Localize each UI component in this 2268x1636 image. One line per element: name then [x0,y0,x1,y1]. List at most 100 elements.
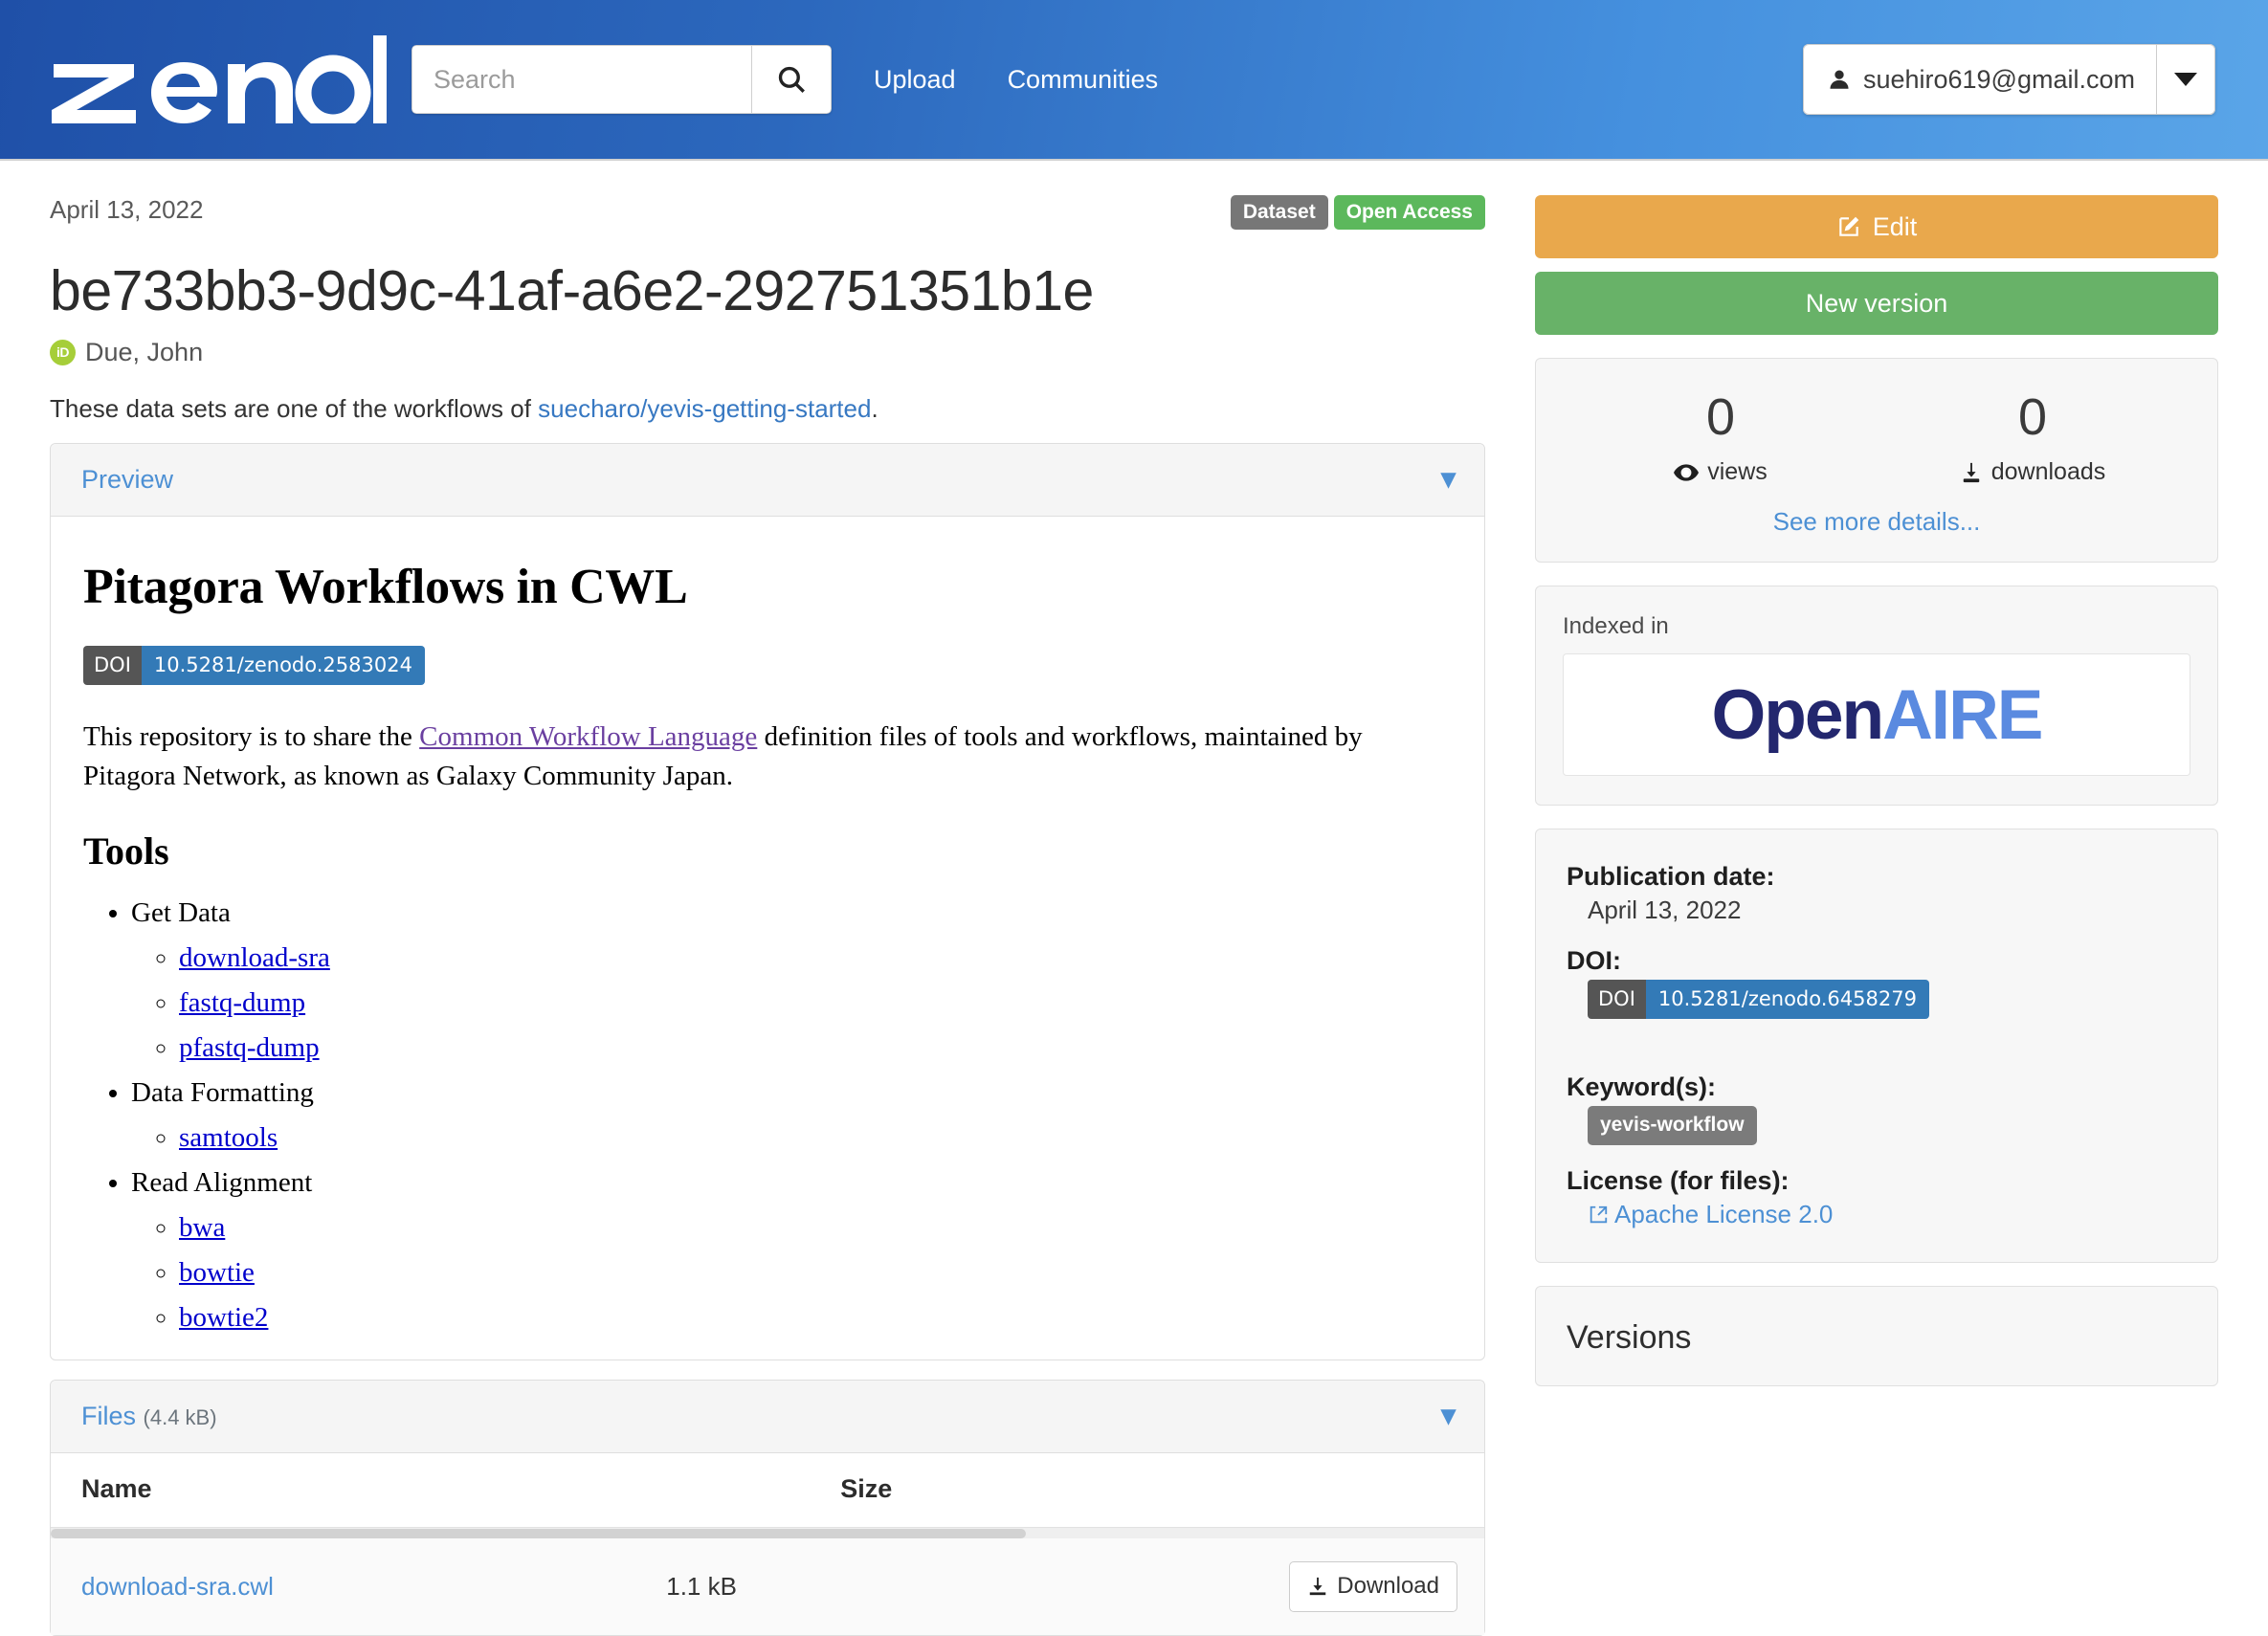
preview-tools-heading: Tools [83,829,169,873]
see-more-details-link[interactable]: See more details... [1565,507,2189,537]
preview-panel-label: Preview [81,464,174,494]
user-menu-group: suehiro619@gmail.com [1802,44,2215,115]
scrollbar-thumb[interactable] [51,1528,1026,1538]
preview-panel-header[interactable]: Preview ▾ [51,443,1484,517]
doi-badge-value: 10.5281/zenodo.6458279 [1645,980,1929,1019]
caret-down-icon [2174,73,2197,86]
versions-card: Versions [1535,1286,2218,1386]
openaire-logo-part2: AIRE [1882,675,2043,754]
license-value: Apache License 2.0 [1567,1200,2187,1229]
new-version-button[interactable]: New version [1535,272,2218,335]
tool-group-label: Data Formatting [131,1077,314,1109]
tools-list: Get Data download-sra fastq-dump pfastq-… [83,891,1452,1340]
files-table-body-wrap: download-sra.cwl 1.1 kB Download [51,1537,1484,1635]
zenodo-logo-icon [52,35,387,123]
badge-open-access: Open Access [1333,195,1485,230]
zenodo-logo[interactable] [50,35,387,123]
preview-doi-badge[interactable]: DOI 10.5281/zenodo.2583024 [83,645,425,685]
list-item: bowtie2 [179,1295,1452,1340]
tool-link-samtools[interactable]: samtools [179,1122,278,1153]
views-count: 0 [1705,388,1736,446]
list-item: samtools [179,1116,1452,1161]
download-button-label: Download [1337,1572,1439,1599]
record-badges: Dataset Open Access [1230,195,1485,230]
external-link-icon [1590,1205,1608,1224]
preview-document: Pitagora Workflows in CWL DOI 10.5281/ze… [51,517,1484,1360]
file-link[interactable]: download-sra.cwl [81,1572,274,1601]
files-table-body: download-sra.cwl 1.1 kB Download [51,1537,1484,1635]
orcid-icon[interactable]: iD [50,339,76,365]
download-icon [1963,462,1979,482]
column-header-name: Name [81,1473,152,1503]
edit-icon [1838,216,1859,236]
search-box[interactable] [411,45,832,114]
nav-communities[interactable]: Communities [1008,65,1159,95]
list-item: fastq-dump [179,981,1452,1026]
file-size-cell: 1.1 kB [666,1537,861,1635]
common-workflow-language-link[interactable]: Common Workflow Language [419,721,757,752]
nav-upload[interactable]: Upload [874,65,956,95]
edit-button[interactable]: Edit [1535,195,2218,258]
tool-sublist: download-sra fastq-dump pfastq-dump [131,936,1452,1071]
search-button[interactable] [751,45,832,114]
tool-link-bowtie2[interactable]: bowtie2 [179,1302,268,1333]
new-version-button-label: New version [1805,288,1948,318]
search-input[interactable] [411,45,751,114]
tool-link-pfastq-dump[interactable]: pfastq-dump [179,1032,320,1063]
tool-group-label: Read Alignment [131,1167,313,1199]
publication-date-value: April 13, 2022 [1588,895,1742,924]
author-name: Due, John [85,337,204,366]
files-horizontal-scrollbar[interactable] [51,1526,1484,1538]
doi-value: DOI 10.5281/zenodo.6458279 [1567,980,2187,1051]
openaire-logo[interactable]: OpenAIRE [1563,653,2190,776]
primary-nav: Upload Communities [874,65,1158,95]
license-link[interactable]: Apache License 2.0 [1588,1200,1833,1228]
sidebar: Edit New version 0 views 0 downloads See… [1535,195,2218,1636]
file-action-cell: Download [860,1537,1484,1635]
tool-link-download-sra[interactable]: download-sra [179,942,330,973]
tool-link-fastq-dump[interactable]: fastq-dump [179,987,305,1018]
page-title: be733bb3-9d9c-41af-a6e2-292751351b1e [50,259,1094,322]
table-row: download-sra.cwl 1.1 kB Download [51,1537,1484,1635]
user-email-label: suehiro619@gmail.com [1862,64,2135,94]
column-header-actions [1245,1453,1484,1527]
indexed-in-card: Indexed in OpenAIRE [1535,586,2218,806]
files-panel-header[interactable]: Files (4.4 kB) ▾ [51,1380,1484,1453]
record-description-link[interactable]: suecharo/yevis-getting-started [538,394,871,423]
preview-doc-title: Pitagora Workflows in CWL [83,559,688,614]
keywords-key: Keyword(s): [1567,1072,1717,1101]
download-button[interactable]: Download [1289,1560,1457,1612]
stats-card: 0 views 0 downloads See more details... [1535,358,2218,563]
downloads-label-group: downloads [1877,458,2189,486]
tool-sublist: samtools [131,1116,1452,1161]
downloads-label: downloads [1990,458,2106,485]
files-table: Name Size [51,1453,1484,1527]
tool-link-bowtie[interactable]: bowtie [179,1257,255,1288]
user-menu-caret-button[interactable] [2156,44,2215,115]
author-line: iD Due, John [50,338,1485,367]
chevron-down-icon[interactable]: ▾ [1441,1402,1456,1430]
preview-paragraph: This repository is to share the Common W… [83,718,1452,796]
doi-badge-key: DOI [1588,980,1646,1019]
views-label-group: views [1565,458,1877,486]
list-item: bowtie [179,1250,1452,1295]
keyword-chip[interactable]: yevis-workflow [1588,1106,1757,1145]
main-column: April 13, 2022 Dataset Open Access be733… [50,195,1485,1636]
files-table-head: Name Size [51,1453,1484,1527]
preview-panel: Preview ▾ Pitagora Workflows in CWL DOI … [50,442,1485,1360]
tool-group-label: Get Data [131,897,231,929]
edit-button-label: Edit [1872,211,1918,241]
user-account-button[interactable]: suehiro619@gmail.com [1802,44,2156,115]
doi-badge[interactable]: DOI 10.5281/zenodo.6458279 [1588,980,1929,1019]
tool-link-bwa[interactable]: bwa [179,1212,225,1243]
list-item: pfastq-dump [179,1026,1452,1071]
badge-dataset: Dataset [1230,195,1328,230]
keywords-value: yevis-workflow [1567,1106,2187,1145]
files-total-size: (4.4 kB) [143,1404,217,1429]
chevron-down-icon[interactable]: ▾ [1441,465,1456,494]
record-description-suffix: . [871,393,878,423]
table-header-row: Name Size [51,1453,1484,1527]
stat-views: 0 views [1565,391,1877,486]
tool-group: Read Alignment bwa bowtie bowtie2 [131,1161,1452,1340]
stat-downloads: 0 downloads [1877,391,2189,486]
